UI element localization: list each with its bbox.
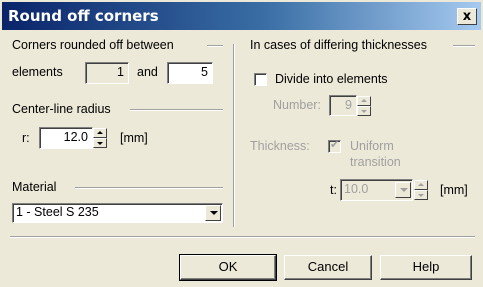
radius-input[interactable]: 12.0	[39, 127, 93, 149]
corners-group-line	[207, 45, 223, 47]
material-group-label: Material	[12, 180, 57, 194]
chevron-down-icon	[400, 188, 408, 192]
close-icon: x	[462, 9, 472, 24]
material-select[interactable]: 1 - Steel S 235	[12, 203, 223, 223]
chevron-down-icon	[210, 211, 218, 215]
elements-label: elements	[12, 65, 63, 79]
t-label: t:	[330, 183, 337, 197]
title-bar[interactable]: Round off corners x	[2, 2, 481, 30]
radius-spin-down[interactable]	[93, 138, 107, 148]
arrow-down-icon	[418, 194, 424, 197]
column-separator	[233, 44, 235, 227]
thickness-label: Thickness:	[250, 139, 310, 153]
radius-unit: [mm]	[120, 131, 148, 145]
bottom-separator	[10, 236, 475, 238]
t-spin-up	[414, 180, 428, 190]
arrow-up-icon	[97, 131, 103, 134]
radius-spin-up[interactable]	[93, 128, 107, 138]
corners-group-label: Corners rounded off between	[12, 38, 174, 52]
thickness-group-label: In cases of differing thicknesses	[250, 38, 427, 52]
close-button[interactable]: x	[457, 8, 477, 25]
radius-spinner[interactable]	[93, 128, 107, 148]
number-spinner	[357, 96, 371, 116]
t-spinner	[414, 180, 428, 200]
cancel-button[interactable]: Cancel	[284, 255, 372, 280]
number-input: 9	[329, 95, 357, 116]
r-label: r:	[22, 131, 30, 145]
arrow-down-icon	[97, 142, 103, 145]
arrow-up-icon	[361, 99, 367, 102]
help-button[interactable]: Help	[380, 255, 472, 280]
ok-button[interactable]: OK	[179, 254, 277, 281]
number-spin-up	[357, 96, 371, 106]
divide-elements-checkbox[interactable]	[254, 73, 267, 86]
radius-group-label: Center-line radius	[12, 102, 111, 116]
checkmark-icon: ✔	[330, 138, 340, 151]
t-unit: [mm]	[440, 183, 468, 197]
uniform-label: Uniform	[350, 139, 394, 153]
from-element-field: 1	[85, 62, 129, 84]
radius-group-line	[130, 109, 223, 111]
to-element-field[interactable]: 5	[167, 62, 213, 84]
material-group-line	[75, 187, 223, 189]
transition-label: transition	[350, 155, 401, 169]
material-selected-value: 1 - Steel S 235	[16, 205, 99, 219]
round-off-corners-dialog: Round off corners x Corners rounded off …	[0, 0, 483, 287]
number-spin-down	[357, 106, 371, 116]
dialog-title: Round off corners	[8, 7, 159, 25]
and-label: and	[137, 65, 158, 79]
number-label: Number:	[273, 98, 321, 112]
material-dropdown-button[interactable]	[205, 205, 221, 221]
arrow-down-icon	[361, 110, 367, 113]
t-spin-down	[414, 190, 428, 200]
t-dropdown-button	[395, 182, 411, 198]
uniform-transition-checkbox: ✔	[328, 138, 341, 153]
arrow-up-icon	[418, 183, 424, 186]
t-selected-value: 10.0	[344, 182, 369, 196]
thickness-group-line	[453, 45, 475, 47]
divide-elements-label[interactable]: Divide into elements	[275, 72, 388, 86]
